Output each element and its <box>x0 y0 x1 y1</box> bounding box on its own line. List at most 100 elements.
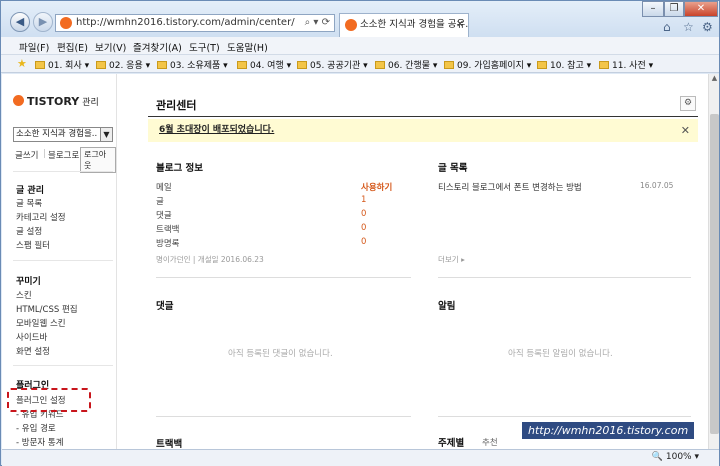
sidebar-item[interactable]: 모바일웹 스킨 <box>16 317 66 329</box>
divider <box>438 277 691 278</box>
fav-folder[interactable]: 05. 공공기관 ▾ <box>297 58 368 71</box>
info-value[interactable]: 0 <box>361 237 366 247</box>
blog-meta: 명이가던인 | 개설일 2016.06.23 <box>156 255 264 264</box>
fav-folder[interactable]: 03. 소유제품 ▾ <box>157 58 228 71</box>
empty-message: 아직 등록된 알림이 없습니다. <box>508 349 613 359</box>
minimize-button[interactable]: – <box>642 1 664 17</box>
chevron-down-icon: ▼ <box>100 128 112 141</box>
info-label: 메일 <box>156 183 172 193</box>
search-refresh-icon[interactable]: ⌕ ▾ ⟳ <box>305 15 330 31</box>
folder-icon <box>599 61 609 69</box>
browser-toolbar: ◀ ▶ http://wmhn2016.tistory.com/admin/ce… <box>1 1 719 37</box>
divider <box>156 277 411 278</box>
fav-folder[interactable]: 06. 간행물 ▾ <box>375 58 437 71</box>
fav-folder[interactable]: 02. 응용 ▾ <box>96 58 150 71</box>
tistory-logo-icon <box>13 95 24 106</box>
empty-message: 아직 등록된 댓글이 없습니다. <box>228 349 333 359</box>
sidebar-item[interactable]: HTML/CSS 편집 <box>16 303 78 315</box>
watermark: http://wmhn2016.tistory.com <box>522 422 695 439</box>
section-title: 글 관리 <box>16 186 44 196</box>
section-title: 알림 <box>438 301 456 312</box>
divider <box>438 416 691 417</box>
favorites-star-icon[interactable]: ☆ <box>683 20 694 34</box>
close-tab-icon[interactable]: ✕ <box>456 14 464 36</box>
divider <box>148 116 698 117</box>
scroll-up-icon[interactable]: ▲ <box>709 74 719 86</box>
info-value[interactable]: 0 <box>361 209 366 219</box>
divider <box>13 171 113 172</box>
folder-icon <box>237 61 247 69</box>
close-window-button[interactable]: ✕ <box>684 1 718 17</box>
browser-window: ◀ ▶ http://wmhn2016.tistory.com/admin/ce… <box>0 0 720 466</box>
highlight-annotation <box>7 388 91 412</box>
folder-icon <box>157 61 167 69</box>
write-link[interactable]: 글쓰기 <box>15 149 38 161</box>
back-button[interactable]: ◀ <box>10 12 30 32</box>
folder-icon <box>375 61 385 69</box>
logout-button[interactable]: 로그아웃 <box>80 147 116 173</box>
sidebar-item[interactable]: 스킨 <box>16 289 32 301</box>
zoom-level[interactable]: 🔍 100% ▾ <box>652 452 699 462</box>
page-title: 관리센터 <box>156 99 197 112</box>
info-label: 트랙백 <box>156 225 180 235</box>
post-date: 16.07.05 <box>640 181 674 190</box>
home-icon[interactable]: ⌂ <box>663 20 671 34</box>
address-bar[interactable]: http://wmhn2016.tistory.com/admin/center… <box>55 14 335 32</box>
favorites-bar: ★ 01. 회사 ▾ 02. 응용 ▾ 03. 소유제품 ▾ 04. 여행 ▾ … <box>1 55 719 73</box>
fav-folder[interactable]: 04. 여행 ▾ <box>237 58 291 71</box>
menu-favorites[interactable]: 즐겨찾기(A) <box>133 40 182 54</box>
blog-home-link[interactable]: 블로그로 <box>48 149 79 161</box>
tab-active[interactable]: 소소한 지식과 경험을 공유... ✕ <box>339 13 469 37</box>
info-value[interactable]: 1 <box>361 195 366 205</box>
menu-edit[interactable]: 편집(E) <box>57 40 88 54</box>
section-title: 트랙백 <box>156 439 183 449</box>
info-label: 방명록 <box>156 239 180 249</box>
more-link[interactable]: 더보기 ▸ <box>438 254 465 265</box>
folder-icon <box>297 61 307 69</box>
info-value-link[interactable]: 사용하기 <box>361 181 392 193</box>
gear-icon[interactable]: ⚙ <box>680 96 696 111</box>
sidebar-item[interactable]: 카테고리 설정 <box>16 211 66 223</box>
info-value[interactable]: 0 <box>361 223 366 233</box>
divider <box>13 365 113 366</box>
close-icon[interactable]: ✕ <box>681 119 690 142</box>
sidebar-item[interactable]: - 유입 경로 <box>16 422 56 434</box>
blog-select[interactable]: 소소한 지식과 경험을.. ▼ <box>13 127 113 142</box>
folder-icon <box>35 61 45 69</box>
admin-main: 관리센터 ⚙ 6월 초대장이 배포되었습니다. ✕ 블로그 정보 메일 사용하기… <box>118 74 708 449</box>
sidebar-item[interactable]: 글 설정 <box>16 225 42 237</box>
maximize-button[interactable]: ❐ <box>664 1 684 17</box>
sidebar-item[interactable]: 글 목록 <box>16 197 42 209</box>
menu-help[interactable]: 도움말(H) <box>227 40 268 54</box>
fav-folder[interactable]: 09. 가입홈페이지 ▾ <box>444 58 531 71</box>
section-title: 꾸미기 <box>16 277 41 287</box>
menu-view[interactable]: 보기(V) <box>95 40 126 54</box>
notice-banner: 6월 초대장이 배포되었습니다. ✕ <box>148 119 698 142</box>
divider: | <box>43 149 46 159</box>
notice-link[interactable]: 6월 초대장이 배포되었습니다. <box>159 125 274 135</box>
folder-icon <box>96 61 106 69</box>
sidebar-item[interactable]: 사이드바 <box>16 331 47 343</box>
fav-folder[interactable]: 01. 회사 ▾ <box>35 58 89 71</box>
divider <box>13 260 113 261</box>
folder-icon <box>444 61 454 69</box>
forward-button[interactable]: ▶ <box>33 12 53 32</box>
sidebar-item[interactable]: 스팸 필터 <box>16 239 50 251</box>
menu-tools[interactable]: 도구(T) <box>189 40 220 54</box>
sidebar-item[interactable]: - 방문자 통계 <box>16 436 64 448</box>
theme-tab[interactable]: 추천 <box>482 436 498 448</box>
settings-gear-icon[interactable]: ⚙ <box>702 20 713 34</box>
admin-sidebar: TISTORY 관리 소소한 지식과 경험을.. ▼ 글쓰기 | 블로그로 로그아웃… <box>2 74 117 449</box>
fav-folder[interactable]: 11. 사전 ▾ <box>599 58 653 71</box>
folder-icon <box>537 61 547 69</box>
status-bar: 🔍 100% ▾ <box>2 449 719 466</box>
post-title-link[interactable]: 티스토리 블로그에서 폰트 변경하는 방법 <box>438 181 582 193</box>
scrollbar-thumb[interactable] <box>710 114 719 434</box>
menu-file[interactable]: 파일(F) <box>19 40 49 54</box>
scrollbar[interactable]: ▲ <box>708 74 719 449</box>
fav-folder[interactable]: 10. 참고 ▾ <box>537 58 591 71</box>
sidebar-item[interactable]: 화면 설정 <box>16 345 50 357</box>
tistory-favicon-icon <box>345 19 357 31</box>
tistory-logo[interactable]: TISTORY 관리 <box>13 95 99 108</box>
favorites-star-icon[interactable]: ★ <box>17 57 27 70</box>
